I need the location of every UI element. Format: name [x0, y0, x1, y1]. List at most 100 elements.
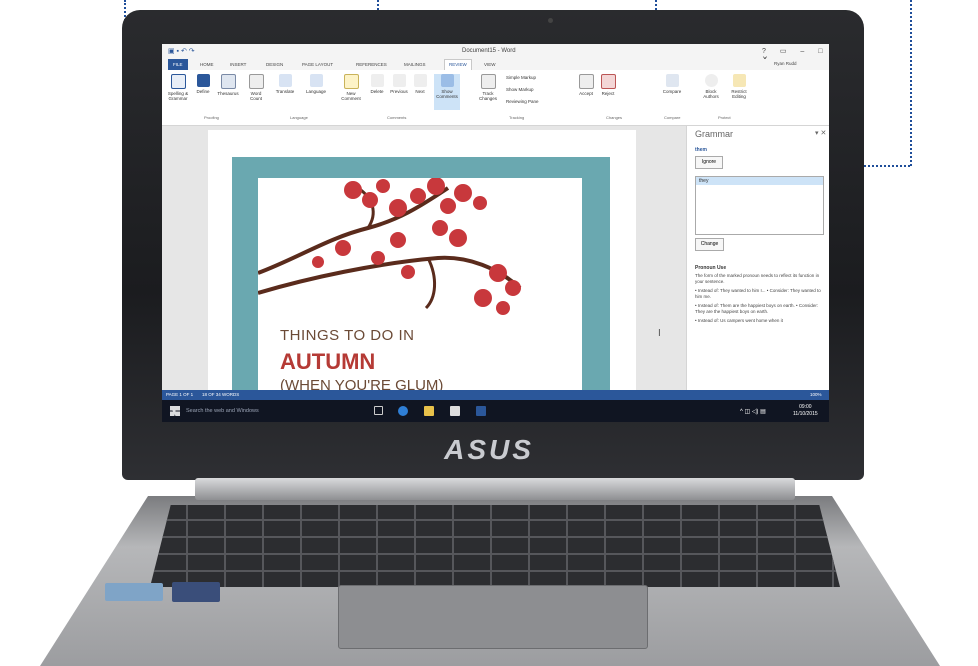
group-label-tracking: Tracking — [509, 115, 525, 120]
tab-design[interactable]: DESIGN — [266, 62, 283, 67]
word-count-button[interactable]: Word Count — [246, 74, 266, 101]
task-view-icon[interactable] — [374, 406, 383, 415]
quick-access-icons[interactable]: ▣ ▪ ↶ ↷ — [168, 47, 195, 55]
group-label-comments: Comments — [387, 115, 407, 120]
accept-button[interactable]: Accept — [576, 74, 596, 96]
simple-markup-select[interactable]: Simple Markup — [506, 75, 536, 80]
show-markup-dropdown[interactable]: Show Markup — [506, 87, 534, 92]
title-bar: ▣ ▪ ↶ ↷ Document15 - Word ? ▭ – □ ✕ — [162, 44, 829, 63]
compare-icon — [665, 74, 679, 87]
compare-button[interactable]: Compare — [660, 74, 684, 94]
clock-time: 09:00 — [799, 404, 812, 410]
tab-review[interactable]: REVIEW — [444, 59, 472, 70]
system-tray-icons[interactable]: ^ ◫ ◁) ▤ — [740, 408, 766, 415]
suggestion-list[interactable]: they — [695, 176, 824, 235]
reject-icon — [600, 74, 616, 89]
new-comment-button[interactable]: New Comment — [338, 74, 364, 101]
show-comments-icon — [440, 74, 454, 87]
rule-example: • Instead of: They wanted to him I... • … — [695, 288, 821, 299]
ignore-button[interactable]: Ignore — [695, 156, 723, 169]
group-label-language: Language — [290, 115, 308, 120]
edge-browser-icon[interactable] — [398, 406, 408, 416]
delete-comment-button[interactable]: Delete — [368, 74, 386, 94]
word-count[interactable]: 18 OF 34 WORDS — [202, 392, 239, 397]
webcam — [548, 18, 553, 23]
flyer-border: THINGS TO DO IN AUTUMN (WHEN YOU'RE GLUM… — [232, 157, 610, 394]
define-button[interactable]: Define — [194, 74, 212, 94]
flagged-word: them — [695, 147, 707, 153]
thesaurus-button[interactable]: Thesaurus — [214, 74, 242, 96]
window-title: Document15 - Word — [462, 48, 516, 54]
rule-example: • Instead of: Them are the happiest boys… — [695, 303, 819, 314]
document-area: THINGS TO DO IN AUTUMN (WHEN YOU'RE GLUM… — [162, 126, 686, 394]
grammar-pane: Grammar ▾ ✕ them Ignore they Change Pron… — [686, 126, 829, 390]
laptop-hinge — [195, 478, 795, 500]
previous-comment-button[interactable]: Previous — [388, 74, 410, 94]
file-explorer-icon[interactable] — [424, 406, 434, 416]
page-count[interactable]: PAGE 1 OF 1 — [166, 392, 193, 397]
show-comments-button[interactable]: Show Comments — [434, 74, 460, 110]
close-icon[interactable]: ▾ ✕ — [815, 129, 826, 137]
rule-heading: Pronoun Use — [695, 265, 727, 271]
translate-button[interactable]: Translate — [272, 74, 298, 94]
tab-mailings[interactable]: MAILINGS — [404, 62, 426, 67]
word-app-icon[interactable] — [476, 406, 486, 416]
group-label-protect: Protect — [718, 115, 731, 120]
translate-icon — [278, 74, 292, 87]
comment-icon — [343, 74, 359, 89]
reject-button[interactable]: Reject — [598, 74, 618, 96]
screen: ▣ ▪ ↶ ↷ Document15 - Word ? ▭ – □ ✕ FILE… — [162, 44, 829, 422]
taskbar: Search the web and Windows ^ ◫ ◁) ▤ 09:0… — [162, 400, 829, 422]
taskbar-clock[interactable]: 09:00 11/10/2015 — [793, 404, 818, 418]
brand-logo: ASUS — [444, 434, 534, 465]
language-button[interactable]: Language — [302, 74, 330, 94]
previous-icon — [392, 74, 406, 87]
spellcheck-icon — [170, 74, 186, 89]
language-icon — [309, 74, 323, 87]
tab-home[interactable]: HOME — [200, 62, 214, 67]
flyer-headline: AUTUMN — [280, 349, 376, 374]
accept-icon — [578, 74, 594, 89]
tab-references[interactable]: REFERENCES — [356, 62, 387, 67]
thesaurus-icon — [220, 74, 236, 89]
touchpad — [338, 585, 648, 649]
tab-page-layout[interactable]: PAGE LAYOUT — [302, 62, 333, 67]
spelling-grammar-button[interactable]: Spelling & Grammar — [164, 74, 192, 101]
restrict-editing-icon — [732, 74, 746, 87]
tab-insert[interactable]: INSERT — [230, 62, 246, 67]
suggestion-item[interactable]: they — [696, 177, 823, 185]
flyer-line-1: THINGS TO DO IN — [280, 327, 415, 344]
taskbar-search[interactable]: Search the web and Windows — [186, 408, 259, 414]
restrict-editing-button[interactable]: Restrict Editing — [726, 74, 752, 99]
blossom-branch-illustration — [258, 178, 522, 315]
word-count-icon — [248, 74, 264, 89]
track-changes-button[interactable]: Track Changes — [476, 74, 500, 101]
rule-text: The form of the marked pronoun needs to … — [695, 273, 820, 284]
group-label-compare: Compare — [664, 115, 681, 120]
block-authors-icon — [704, 74, 718, 87]
change-button[interactable]: Change — [695, 238, 724, 251]
rule-example: • Instead of: Us campers went home when … — [695, 318, 783, 323]
grammar-pane-title: Grammar — [695, 129, 733, 139]
store-icon[interactable] — [450, 406, 460, 416]
zoom-level[interactable]: 100% — [810, 392, 822, 397]
tab-file[interactable]: FILE — [168, 59, 188, 70]
define-icon — [196, 74, 210, 87]
group-label-changes: Changes — [606, 115, 623, 120]
ribbon-tabs: FILE HOME INSERT DESIGN PAGE LAYOUT REFE… — [162, 59, 829, 70]
track-changes-icon — [480, 74, 496, 89]
windows-sticker — [172, 582, 220, 602]
callout-line-far-right — [910, 0, 912, 166]
tab-view[interactable]: VIEW — [484, 62, 496, 67]
reviewing-pane-dropdown[interactable]: Reviewing Pane — [506, 99, 539, 104]
ribbon: Spelling & Grammar Define Thesaurus Word… — [162, 70, 829, 126]
sticker — [105, 583, 163, 601]
user-name[interactable]: Ryan Rudd — [774, 61, 797, 66]
block-authors-button[interactable]: Block Authors — [698, 74, 724, 99]
clock-date: 11/10/2015 — [793, 411, 818, 417]
keyboard — [150, 505, 840, 587]
flyer-content: THINGS TO DO IN AUTUMN (WHEN YOU'RE GLUM… — [258, 178, 582, 394]
windows-start-icon[interactable] — [170, 406, 180, 416]
status-bar: PAGE 1 OF 1 18 OF 34 WORDS 100% — [162, 390, 829, 400]
next-comment-button[interactable]: Next — [412, 74, 428, 94]
